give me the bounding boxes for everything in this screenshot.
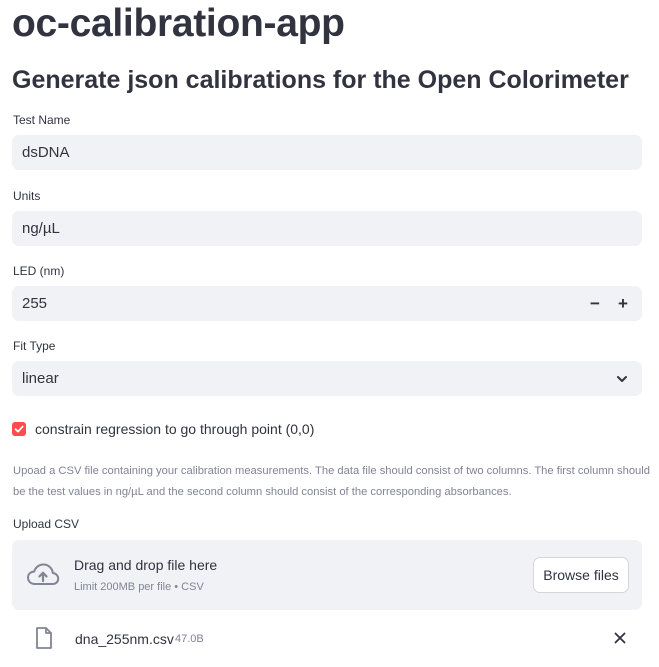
file-icon — [36, 627, 52, 649]
units-field-wrap — [12, 211, 642, 246]
test-name-field-wrap — [12, 135, 642, 170]
constrain-checkbox-label: constrain regression to go through point… — [35, 421, 315, 437]
test-name-input[interactable] — [12, 135, 642, 170]
close-icon[interactable] — [612, 630, 628, 646]
dropzone-limit: Limit 200MB per file • CSV — [74, 581, 204, 593]
units-input[interactable] — [12, 211, 642, 246]
led-input[interactable] — [12, 286, 572, 321]
constrain-checkbox-row[interactable]: constrain regression to go through point… — [12, 420, 314, 438]
fit-type-value: linear — [22, 370, 59, 387]
test-name-label: Test Name — [13, 113, 71, 127]
browse-files-button[interactable]: Browse files — [533, 557, 629, 593]
page-subtitle: Generate json calibrations for the Open … — [12, 66, 629, 94]
fit-type-select[interactable]: linear — [12, 361, 642, 396]
led-increment-button[interactable]: + — [608, 286, 638, 321]
upload-csv-label: Upload CSV — [13, 517, 80, 531]
cloud-upload-icon — [27, 563, 60, 585]
led-field-wrap: − + — [12, 286, 642, 321]
uploaded-file-row: dna_255nm.csv 47.0B — [12, 622, 642, 656]
constrain-checkbox[interactable] — [12, 422, 26, 436]
uploaded-file-size: 47.0B — [175, 633, 204, 645]
led-decrement-button[interactable]: − — [580, 286, 610, 321]
fit-type-label: Fit Type — [13, 339, 56, 353]
checkmark-icon — [14, 425, 24, 433]
led-label: LED (nm) — [13, 264, 65, 278]
units-label: Units — [13, 189, 41, 203]
upload-help-text: Upoad a CSV file containing your calibra… — [13, 465, 650, 498]
app-title: oc-calibration-app — [12, 2, 345, 45]
chevron-down-icon — [617, 376, 627, 382]
file-dropzone[interactable]: Drag and drop file here Limit 200MB per … — [12, 540, 642, 610]
uploaded-file-name: dna_255nm.csv — [75, 631, 174, 647]
dropzone-title: Drag and drop file here — [74, 557, 218, 573]
